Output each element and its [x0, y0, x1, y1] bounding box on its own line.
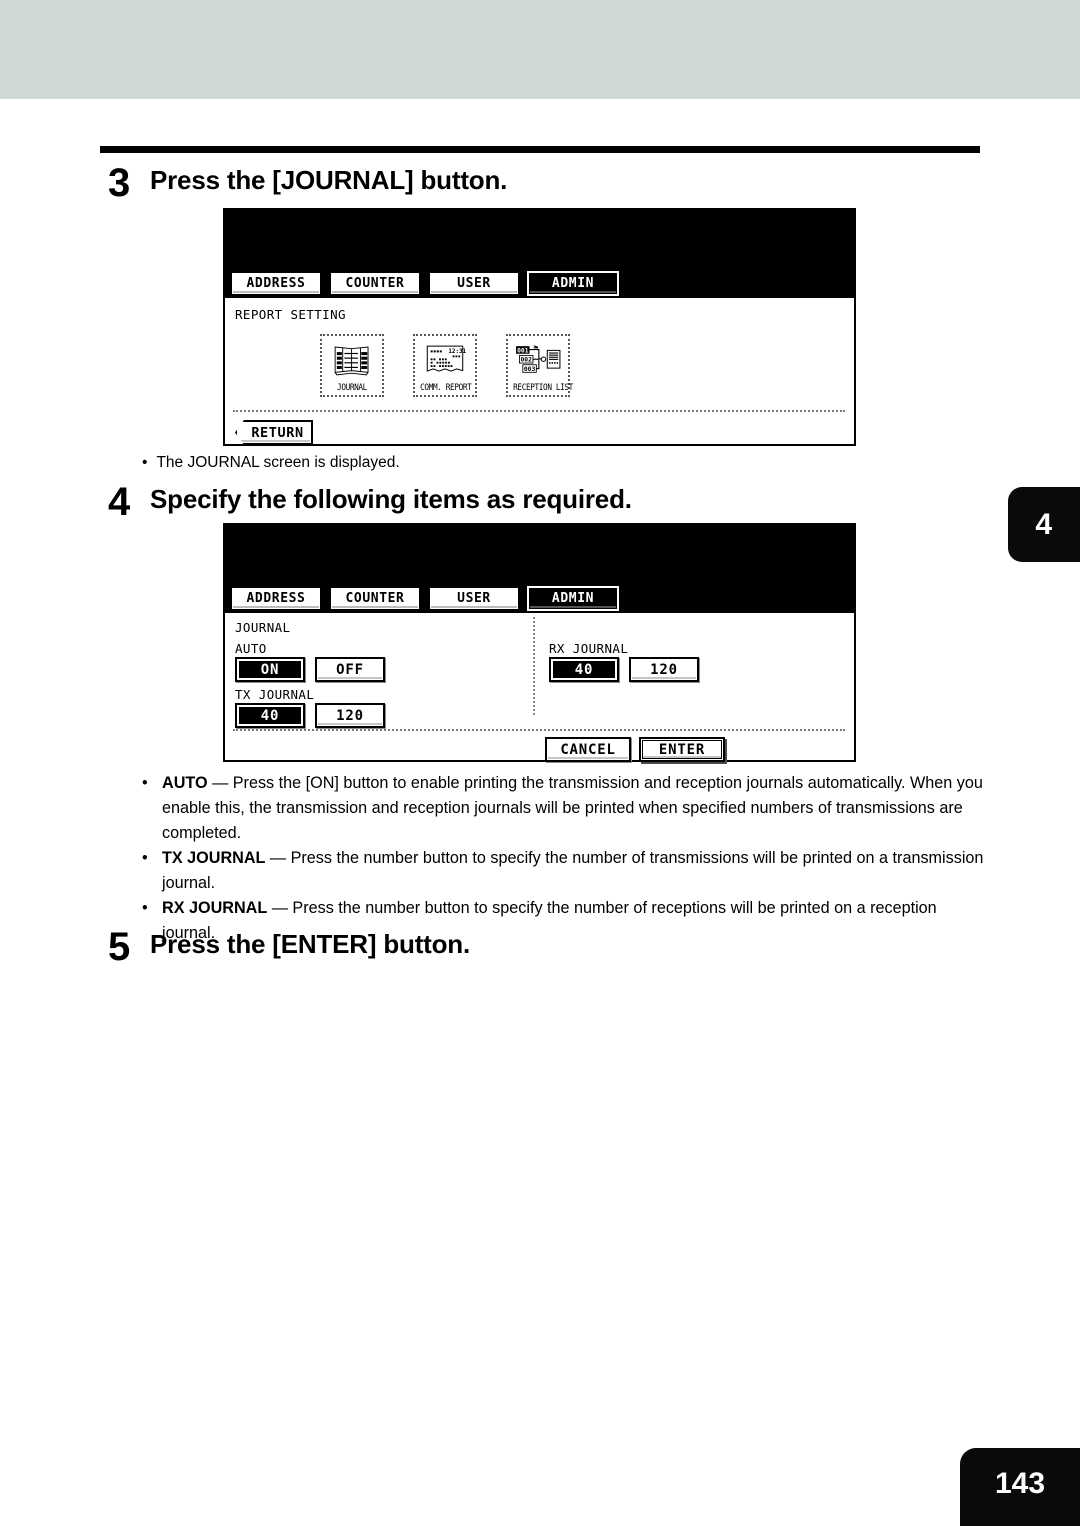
tab-admin[interactable]: ADMIN — [527, 271, 619, 296]
step-5-number: 5 — [108, 925, 131, 969]
reception-list-icon: 001 002 003 — [516, 345, 561, 373]
step-3-heading: 3 Press the [JOURNAL] button. — [108, 161, 508, 205]
tab-address-label: ADDRESS — [246, 276, 306, 291]
lcd-tabbar-journal: ADDRESS COUNTER USER ADMIN — [225, 583, 854, 611]
icon-button-reception-list[interactable]: 001 002 003 RECEPTION LIST — [506, 334, 573, 397]
rx-journal-40-button[interactable]: 40 — [549, 657, 619, 682]
tab-user[interactable]: USER — [428, 271, 520, 296]
step-3-number: 3 — [108, 161, 131, 205]
svg-text:003: 003 — [524, 366, 536, 373]
note-bullet: • — [142, 454, 148, 471]
journal-book-icon — [334, 346, 369, 376]
tab-counter[interactable]: COUNTER — [329, 271, 421, 296]
lcd-body-report: REPORT SETTING JOURNAL 12:31 COMM. REPOR… — [225, 296, 854, 445]
comm-report-page-icon: 12:31 — [426, 345, 467, 372]
bullet-body: — Press the number button to specify the… — [162, 849, 984, 892]
group-label-auto: AUTO — [235, 641, 267, 656]
lcd-body-journal: JOURNAL AUTO ON OFF TX JOURNAL 40 120 RX… — [225, 611, 854, 762]
screen-title-journal: JOURNAL — [235, 620, 291, 635]
chapter-tab-marker: 4 — [1008, 487, 1080, 562]
tx-journal-120-label: 120 — [336, 707, 364, 724]
bullet-term: AUTO — [162, 774, 208, 792]
svg-text:001: 001 — [517, 347, 529, 354]
option-descriptions-list: • AUTO — Press the [ON] button to enable… — [142, 771, 987, 946]
lcd-screen-report-setting: ADDRESS COUNTER USER ADMIN REPORT SETTIN… — [223, 208, 856, 446]
cancel-button-label: CANCEL — [560, 741, 616, 758]
bullet-term: RX JOURNAL — [162, 899, 268, 917]
tab-address[interactable]: ADDRESS — [230, 271, 322, 296]
step-4-title: Specify the following items as required. — [150, 484, 632, 514]
tab-address-label: ADDRESS — [246, 591, 306, 606]
note-journal-text: The JOURNAL screen is displayed. — [156, 454, 400, 471]
page-header-band — [0, 0, 1080, 99]
bullet-text: TX JOURNAL — Press the number button to … — [162, 846, 987, 896]
tx-journal-40-label: 40 — [260, 707, 280, 724]
group-label-rx-journal: RX JOURNAL — [549, 641, 629, 656]
bullet-marker: • — [142, 849, 148, 867]
note-journal-screen: • The JOURNAL screen is displayed. — [142, 452, 400, 473]
tab-admin[interactable]: ADMIN — [527, 586, 619, 611]
auto-off-button[interactable]: OFF — [315, 657, 385, 682]
group-label-tx-journal: TX JOURNAL — [235, 687, 315, 702]
tab-admin-label: ADMIN — [551, 276, 595, 291]
rx-journal-40-label: 40 — [574, 661, 594, 678]
lcd-screen-journal: ADDRESS COUNTER USER ADMIN JOURNAL AUTO … — [223, 523, 856, 762]
svg-text:002: 002 — [520, 357, 532, 364]
svg-text:12:31: 12:31 — [448, 349, 466, 355]
tab-user[interactable]: USER — [428, 586, 520, 611]
tx-journal-120-button[interactable]: 120 — [315, 703, 385, 728]
lcd-vertical-divider — [533, 617, 535, 715]
tab-counter-label: COUNTER — [345, 591, 405, 606]
auto-off-label: OFF — [336, 661, 364, 678]
bullet-marker: • — [142, 774, 148, 792]
rx-journal-120-label: 120 — [650, 661, 678, 678]
list-item: • TX JOURNAL — Press the number button t… — [142, 846, 987, 896]
tab-user-label: USER — [457, 591, 491, 606]
icon-button-journal[interactable]: JOURNAL — [320, 334, 384, 397]
icon-button-comm-report-label: COMM. REPORT — [420, 382, 472, 392]
cancel-button[interactable]: CANCEL — [545, 737, 631, 762]
screen-title-report-setting: REPORT SETTING — [235, 307, 346, 322]
lcd-divider-journal — [233, 729, 845, 731]
page-number: 143 — [994, 1467, 1046, 1500]
tab-counter[interactable]: COUNTER — [329, 586, 421, 611]
bullet-text: AUTO — Press the [ON] button to enable p… — [162, 771, 987, 846]
tab-user-label: USER — [457, 276, 491, 291]
step-3-title: Press the [JOURNAL] button. — [150, 165, 508, 195]
section-rule — [100, 146, 980, 153]
page-number-box: 143 — [960, 1448, 1080, 1526]
rx-journal-120-button[interactable]: 120 — [629, 657, 699, 682]
icon-button-reception-list-label: RECEPTION LIST — [513, 382, 573, 392]
bullet-term: TX JOURNAL — [162, 849, 266, 867]
bullet-body: — Press the [ON] button to enable printi… — [162, 774, 983, 842]
step-4-heading: 4 Specify the following items as require… — [108, 480, 632, 524]
return-button[interactable]: RETURN — [235, 420, 313, 445]
enter-button[interactable]: ENTER — [639, 737, 725, 762]
lcd-status-area-journal — [225, 525, 854, 583]
lcd-tabbar-report: ADDRESS COUNTER USER ADMIN — [225, 268, 854, 296]
return-button-label: RETURN — [251, 424, 304, 441]
step-5-heading: 5 Press the [ENTER] button. — [108, 925, 471, 969]
tab-admin-label: ADMIN — [551, 591, 595, 606]
auto-on-button[interactable]: ON — [235, 657, 305, 682]
icon-button-comm-report[interactable]: 12:31 COMM. REPORT — [413, 334, 477, 397]
tab-counter-label: COUNTER — [345, 276, 405, 291]
list-item: • AUTO — Press the [ON] button to enable… — [142, 771, 987, 846]
step-5-title: Press the [ENTER] button. — [150, 929, 471, 959]
tab-address[interactable]: ADDRESS — [230, 586, 322, 611]
enter-button-label: ENTER — [658, 741, 706, 758]
auto-on-label: ON — [260, 661, 280, 678]
lcd-status-area-report — [225, 210, 854, 268]
chapter-tab-number: 4 — [1035, 507, 1053, 541]
step-4-number: 4 — [108, 480, 131, 524]
tx-journal-40-button[interactable]: 40 — [235, 703, 305, 728]
lcd-divider-report — [233, 410, 845, 412]
icon-button-journal-label: JOURNAL — [337, 382, 367, 392]
